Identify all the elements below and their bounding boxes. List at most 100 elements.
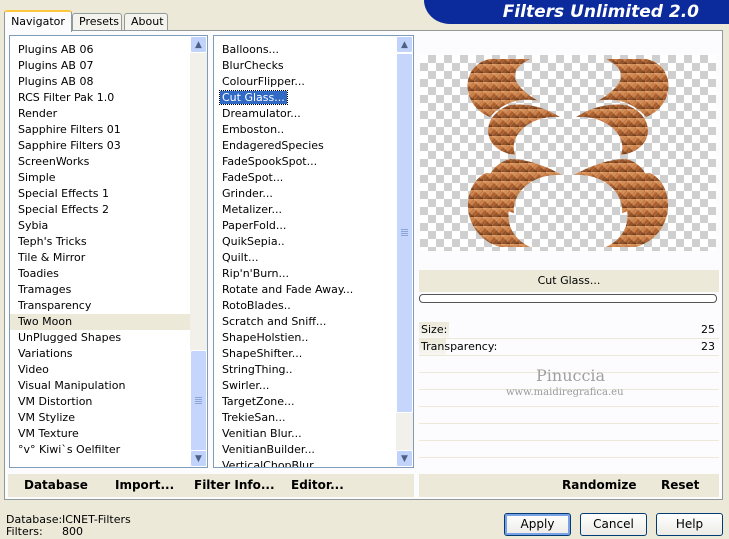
category-list: Plugins AB 06 Plugins AB 07 Plugins AB 08 R… — [10, 36, 190, 467]
list-item-label: ShapeShifter... — [222, 347, 303, 360]
list-item[interactable]: Plugins AB 06 — [10, 42, 190, 58]
scroll-up-icon[interactable]: ▲ — [396, 36, 413, 53]
list-item[interactable]: Rotate and Fade Away... — [214, 282, 396, 298]
list-item[interactable]: Two Moon — [10, 314, 190, 330]
scroll-up-icon[interactable]: ▲ — [190, 36, 207, 53]
list-item[interactable]: Balloons... — [214, 42, 396, 58]
list-item-label: FadeSpookSpot... — [222, 155, 318, 168]
list-item[interactable]: ShapeShifter... — [214, 346, 396, 362]
list-item[interactable]: Scratch and Sniff... — [214, 314, 396, 330]
reset-button[interactable]: Reset — [661, 474, 699, 497]
progress-bar — [419, 294, 717, 303]
list-item[interactable]: PaperFold... — [214, 218, 396, 234]
list-item-label: Dreamulator... — [222, 107, 301, 120]
scroll-thumb[interactable] — [190, 350, 207, 452]
list-item[interactable]: Grinder... — [214, 186, 396, 202]
list-item[interactable]: ColourFlipper... — [214, 74, 396, 90]
app-title-banner: Filters Unlimited 2.0 — [424, 0, 729, 24]
list-item[interactable]: Render — [10, 106, 190, 122]
list-item[interactable]: Special Effects 1 — [10, 186, 190, 202]
list-item[interactable]: ShapeHolstien.. — [214, 330, 396, 346]
list-item[interactable]: EndageredSpecies — [214, 138, 396, 154]
right-toolbar: Randomize Reset — [419, 474, 719, 497]
list-item-label: Special Effects 1 — [18, 187, 110, 200]
database-button[interactable]: Database — [24, 474, 88, 497]
list-item[interactable]: TrekieSan... — [214, 410, 396, 426]
list-item-label: Variations — [18, 347, 73, 360]
list-item-label: ShapeHolstien.. — [222, 331, 309, 344]
param-size[interactable]: Size: 25 — [419, 322, 719, 339]
list-item[interactable]: Quilt... — [214, 250, 396, 266]
list-item[interactable]: Cut Glass... — [214, 90, 396, 106]
list-item-label: RotoBlades.. — [222, 299, 291, 312]
list-item[interactable]: RCS Filter Pak 1.0 — [10, 90, 190, 106]
list-item[interactable]: TargetZone... — [214, 394, 396, 410]
apply-button[interactable]: Apply — [504, 513, 571, 536]
list-item[interactable]: Simple — [10, 170, 190, 186]
cut-glass-preview-graphic — [467, 59, 669, 247]
list-item[interactable]: RotoBlades.. — [214, 298, 396, 314]
list-item[interactable]: Dreamulator... — [214, 106, 396, 122]
list-item[interactable]: Plugins AB 08 — [10, 74, 190, 90]
list-item-label: Sapphire Filters 01 — [18, 123, 121, 136]
watermark-site: www.maidiregrafica.eu — [506, 387, 624, 398]
list-item-label: UnPlugged Shapes — [18, 331, 122, 344]
list-item[interactable]: °v° Kiwi`s Oelfilter — [10, 442, 190, 458]
list-item-label: Metalizer... — [222, 203, 282, 216]
list-item[interactable]: VM Texture — [10, 426, 190, 442]
list-item[interactable]: Sapphire Filters 01 — [10, 122, 190, 138]
import-button[interactable]: Import... — [115, 474, 174, 497]
list-item[interactable]: Toadies — [10, 266, 190, 282]
list-item[interactable]: Special Effects 2 — [10, 202, 190, 218]
scroll-down-icon[interactable]: ▼ — [190, 450, 207, 467]
list-item[interactable]: QuikSepia.. — [214, 234, 396, 250]
filter-scrollbar[interactable]: ▲ ▼ — [396, 36, 413, 467]
category-scrollbar[interactable]: ▲ ▼ — [190, 36, 207, 467]
list-item[interactable]: Metalizer... — [214, 202, 396, 218]
list-item[interactable]: UnPlugged Shapes — [10, 330, 190, 346]
list-item[interactable]: VerticalChopBlur... — [214, 458, 396, 467]
list-item[interactable]: StringThing.. — [214, 362, 396, 378]
filter-info-button[interactable]: Filter Info... — [194, 474, 275, 497]
help-button[interactable]: Help — [656, 513, 723, 536]
tab-navigator[interactable]: Navigator — [4, 10, 72, 32]
list-item[interactable]: VM Stylize — [10, 410, 190, 426]
list-item[interactable]: FadeSpookSpot... — [214, 154, 396, 170]
cancel-button[interactable]: Cancel — [580, 513, 647, 536]
param-transparency-label: Transparency: — [421, 340, 498, 353]
list-item[interactable]: Sapphire Filters 03 — [10, 138, 190, 154]
list-item[interactable]: VenitianBuilder... — [214, 442, 396, 458]
list-item[interactable]: VM Distortion — [10, 394, 190, 410]
randomize-button[interactable]: Randomize — [562, 474, 636, 497]
list-item[interactable]: Transparency — [10, 298, 190, 314]
list-item[interactable]: Plugins AB 07 — [10, 58, 190, 74]
list-item-label: Visual Manipulation — [18, 379, 126, 392]
list-item[interactable]: ScreenWorks — [10, 154, 190, 170]
list-item-label: Quilt... — [222, 251, 259, 264]
list-item[interactable]: BlurChecks — [214, 58, 396, 74]
list-item[interactable]: FadeSpot... — [214, 170, 396, 186]
list-item-label: TrekieSan... — [222, 411, 286, 424]
list-item-label: Cut Glass... — [219, 90, 288, 105]
list-item[interactable]: Swirler... — [214, 378, 396, 394]
category-listbox[interactable]: Plugins AB 06 Plugins AB 07 Plugins AB 08 R… — [9, 35, 208, 468]
scroll-down-icon[interactable]: ▼ — [396, 450, 413, 467]
list-item[interactable]: Venitian Blur... — [214, 426, 396, 442]
list-item[interactable]: Teph's Tricks — [10, 234, 190, 250]
scroll-thumb[interactable] — [396, 53, 413, 413]
list-item-label: Plugins AB 06 — [18, 43, 94, 56]
list-item[interactable]: Variations — [10, 346, 190, 362]
list-item[interactable]: Rip'n'Burn... — [214, 266, 396, 282]
list-item[interactable]: Tile & Mirror — [10, 250, 190, 266]
editor-button[interactable]: Editor... — [291, 474, 344, 497]
tab-presets[interactable]: Presets — [72, 13, 122, 30]
param-transparency[interactable]: Transparency: 23 — [419, 339, 719, 356]
list-item[interactable]: Emboston.. — [214, 122, 396, 138]
list-item[interactable]: Video — [10, 362, 190, 378]
list-item-label: Simple — [18, 171, 56, 184]
list-item[interactable]: Visual Manipulation — [10, 378, 190, 394]
tab-about[interactable]: About — [124, 13, 168, 30]
filter-listbox[interactable]: Balloons... BlurChecks ColourFlipper... Cut… — [213, 35, 414, 468]
list-item[interactable]: Tramages — [10, 282, 190, 298]
list-item[interactable]: Sybia — [10, 218, 190, 234]
